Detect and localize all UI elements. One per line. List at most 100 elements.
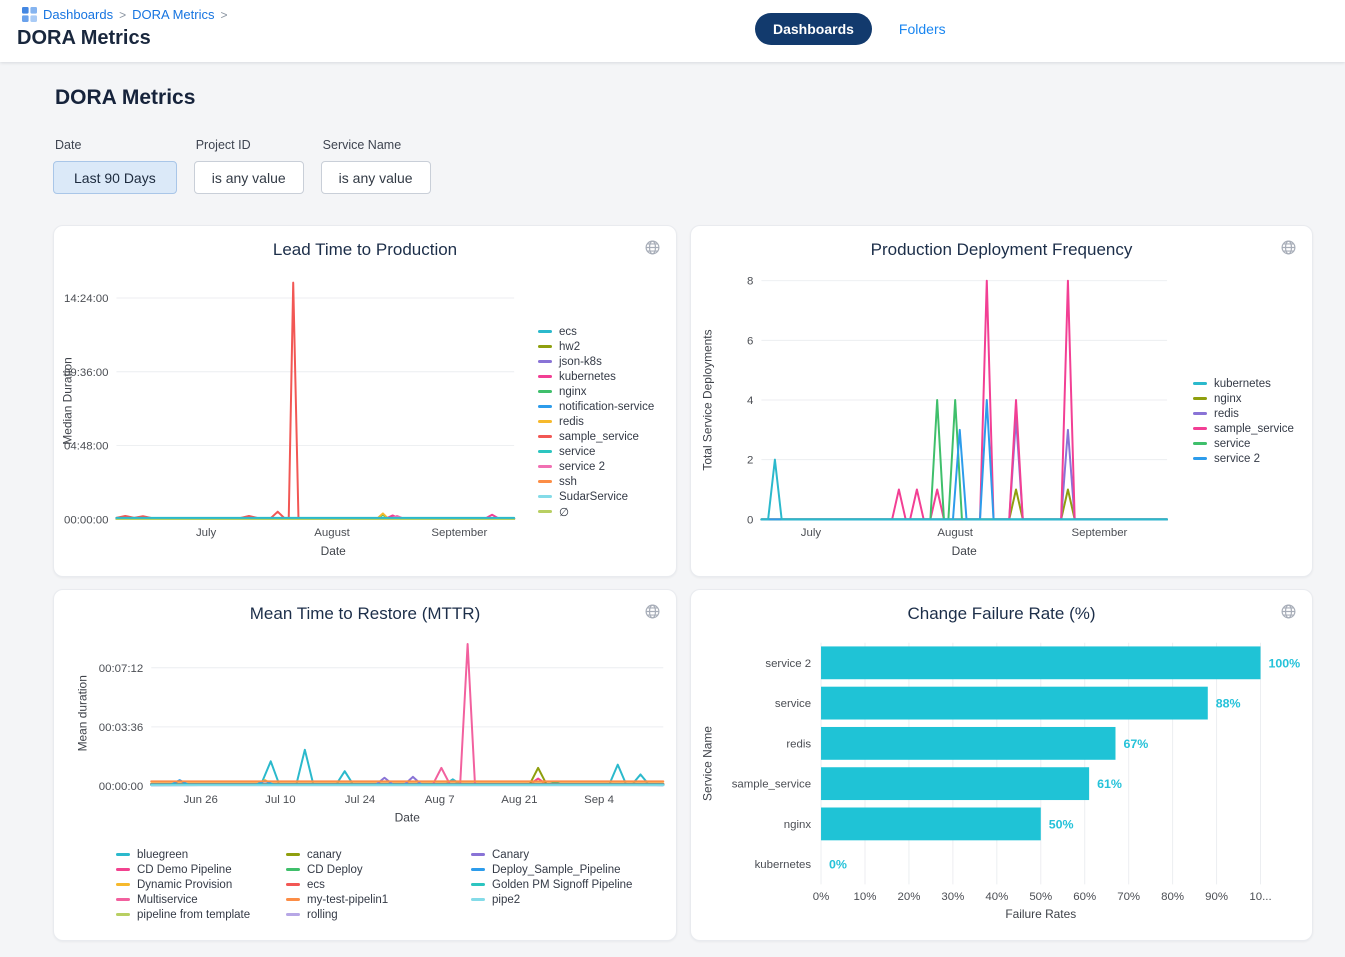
bar-nginx[interactable] xyxy=(821,808,1041,841)
x-tick-label: August xyxy=(314,527,350,539)
bar-value-label: 0% xyxy=(829,858,847,872)
bar-service 2[interactable] xyxy=(821,646,1260,679)
change-failure-rate-chart-canvas: 0%10%20%30%40%50%60%70%80%90%10...servic… xyxy=(691,590,1312,940)
breadcrumb: Dashboards > DORA Metrics > xyxy=(22,7,227,22)
panel-production-deployment-frequency: Production Deployment Frequency 02468Jul… xyxy=(690,225,1313,577)
legend-item-Multiservice[interactable]: Multiservice xyxy=(116,892,250,907)
legend-item-ecs[interactable]: ecs xyxy=(538,324,654,339)
x-tick-label: Jul 10 xyxy=(265,794,295,806)
legend-marker xyxy=(538,330,552,333)
x-tick-label: September xyxy=(1072,527,1128,539)
legend-label: pipe2 xyxy=(492,894,520,906)
legend-item-notification-service[interactable]: notification-service xyxy=(538,399,654,414)
tab-folders[interactable]: Folders xyxy=(899,21,946,37)
legend-marker xyxy=(471,883,485,886)
x-tick-label: 80% xyxy=(1161,891,1184,903)
app-header: Dashboards > DORA Metrics > DORA Metrics… xyxy=(0,0,1345,62)
filter-project-id-label: Project ID xyxy=(196,138,304,152)
legend-item-sample_service[interactable]: sample_service xyxy=(538,429,654,444)
legend-item-service 2[interactable]: service 2 xyxy=(1193,451,1294,466)
legend-item-sample_service[interactable]: sample_service xyxy=(1193,421,1294,436)
breadcrumb-link-dora-metrics[interactable]: DORA Metrics xyxy=(132,7,214,22)
legend-label: json-k8s xyxy=(559,356,602,368)
bar-category-label: redis xyxy=(786,738,811,750)
bar-category-label: service 2 xyxy=(765,658,811,670)
globe-icon[interactable] xyxy=(1278,601,1299,622)
bar-value-label: 88% xyxy=(1216,697,1241,711)
series-line-bluegreen xyxy=(151,750,663,785)
bar-service[interactable] xyxy=(821,687,1208,720)
legend-marker xyxy=(286,868,300,871)
panel-change-failure-rate: Change Failure Rate (%) 0%10%20%30%40%50… xyxy=(690,589,1313,941)
header-title: DORA Metrics xyxy=(17,27,151,50)
legend-label: redis xyxy=(1214,408,1239,420)
bar-category-label: sample_service xyxy=(732,779,811,791)
chart-title: Mean Time to Restore (MTTR) xyxy=(54,604,676,624)
legend-item-Canary[interactable]: Canary xyxy=(471,847,632,862)
legend-item-Deploy_Sample_Pipeline[interactable]: Deploy_Sample_Pipeline xyxy=(471,862,632,877)
legend-item-SudarService[interactable]: SudarService xyxy=(538,489,654,504)
legend-marker xyxy=(1193,382,1207,385)
legend-item-nginx[interactable]: nginx xyxy=(1193,391,1294,406)
legend-item-pipe2[interactable]: pipe2 xyxy=(471,892,632,907)
legend-item-Dynamic Provision[interactable]: Dynamic Provision xyxy=(116,877,250,892)
breadcrumb-link-dashboards[interactable]: Dashboards xyxy=(43,7,113,22)
bar-redis[interactable] xyxy=(821,727,1115,760)
legend-item-redis[interactable]: redis xyxy=(538,414,654,429)
legend-item-service[interactable]: service xyxy=(1193,436,1294,451)
legend-item-CD Demo Pipeline[interactable]: CD Demo Pipeline xyxy=(116,862,250,877)
legend-item-ssh[interactable]: ssh xyxy=(538,474,654,489)
x-tick-label: 50% xyxy=(1029,891,1052,903)
legend-label: notification-service xyxy=(559,401,654,413)
bar-value-label: 61% xyxy=(1097,777,1122,791)
legend-marker xyxy=(1193,457,1207,460)
legend-label: ssh xyxy=(559,476,577,488)
tab-dashboards[interactable]: Dashboards xyxy=(755,13,872,45)
y-tick-label: 00:00:00 xyxy=(64,514,108,526)
legend-item-∅[interactable]: ∅ xyxy=(538,504,654,519)
legend-item-pipeline from template[interactable]: pipeline from template xyxy=(116,907,250,922)
legend-item-kubernetes[interactable]: kubernetes xyxy=(538,369,654,384)
globe-icon[interactable] xyxy=(642,601,663,622)
x-tick-label: Aug 21 xyxy=(501,794,537,806)
bar-value-label: 100% xyxy=(1268,656,1300,670)
legend-item-ecs[interactable]: ecs xyxy=(286,877,388,892)
legend-item-canary[interactable]: canary xyxy=(286,847,388,862)
legend-item-my-test-pipelin1[interactable]: my-test-pipelin1 xyxy=(286,892,388,907)
globe-icon[interactable] xyxy=(642,237,663,258)
legend-item-Golden PM Signoff Pipeline[interactable]: Golden PM Signoff Pipeline xyxy=(471,877,632,892)
legend-label: CD Demo Pipeline xyxy=(137,864,232,876)
legend-label: my-test-pipelin1 xyxy=(307,894,388,906)
filter-service-name: Service Name is any value xyxy=(321,138,431,194)
legend-item-bluegreen[interactable]: bluegreen xyxy=(116,847,250,862)
x-tick-label: 20% xyxy=(897,891,920,903)
legend-item-CD Deploy[interactable]: CD Deploy xyxy=(286,862,388,877)
legend-item-hw2[interactable]: hw2 xyxy=(538,339,654,354)
bar-sample_service[interactable] xyxy=(821,767,1089,800)
globe-icon[interactable] xyxy=(1278,237,1299,258)
legend-marker xyxy=(538,495,552,498)
legend-label: rolling xyxy=(307,909,338,921)
y-tick-label: 00:03:36 xyxy=(99,722,143,734)
legend-marker xyxy=(538,435,552,438)
legend-item-service 2[interactable]: service 2 xyxy=(538,459,654,474)
legend-item-kubernetes[interactable]: kubernetes xyxy=(1193,376,1294,391)
legend-label: sample_service xyxy=(559,431,639,443)
legend-marker xyxy=(1193,442,1207,445)
legend-label: Deploy_Sample_Pipeline xyxy=(492,864,621,876)
legend-item-rolling[interactable]: rolling xyxy=(286,907,388,922)
legend-item-nginx[interactable]: nginx xyxy=(538,384,654,399)
breadcrumb-separator: > xyxy=(119,8,126,22)
legend-item-service[interactable]: service xyxy=(538,444,654,459)
legend-marker xyxy=(538,480,552,483)
dora-metrics-page: Dashboards > DORA Metrics > DORA Metrics… xyxy=(0,0,1345,62)
filter-project-id-value[interactable]: is any value xyxy=(194,161,304,194)
deployment-frequency-legend: kubernetesnginxredissample_serviceservic… xyxy=(1193,376,1294,466)
legend-item-redis[interactable]: redis xyxy=(1193,406,1294,421)
filter-date-value[interactable]: Last 90 Days xyxy=(53,161,177,194)
legend-item-json-k8s[interactable]: json-k8s xyxy=(538,354,654,369)
filter-service-name-value[interactable]: is any value xyxy=(321,161,431,194)
legend-label: nginx xyxy=(559,386,587,398)
mttr-legend-column-1: bluegreen CD Demo PipelineDynamic Provisi… xyxy=(116,847,250,922)
x-axis-title: Failure Rates xyxy=(1005,907,1076,921)
